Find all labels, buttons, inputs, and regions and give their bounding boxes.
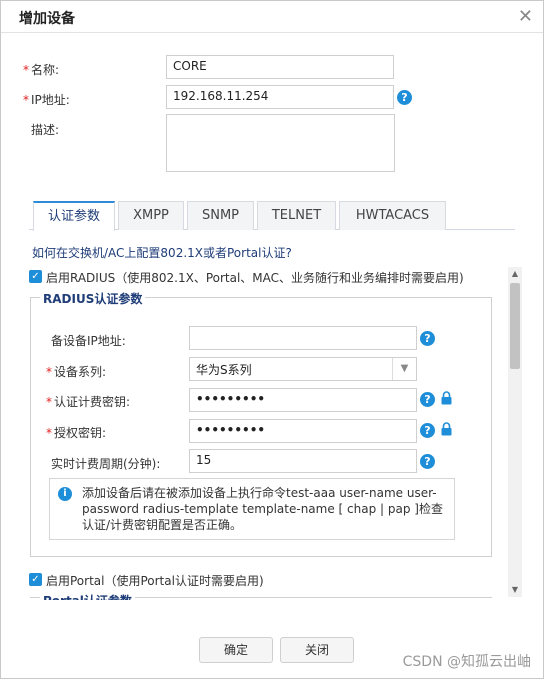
backup-ip-input[interactable] bbox=[189, 326, 417, 350]
help-icon[interactable]: ? bbox=[397, 90, 412, 105]
tab-auth[interactable]: 认证参数 bbox=[33, 201, 115, 231]
portal-legend: Portal认证参数 bbox=[40, 592, 135, 600]
device-series-select[interactable]: 华为S系列 ▼ bbox=[189, 357, 417, 381]
chevron-down-icon[interactable]: ▼ bbox=[392, 358, 416, 380]
acct-interval-input[interactable]: 15 bbox=[189, 449, 417, 473]
tab-hwtacacs[interactable]: HWTACACS bbox=[339, 201, 446, 230]
description-textarea[interactable] bbox=[166, 114, 395, 172]
close-icon[interactable]: ✕ bbox=[518, 6, 533, 27]
lock-icon bbox=[441, 422, 452, 436]
help-icon[interactable]: ? bbox=[420, 331, 435, 346]
dialog-title: 增加设备 bbox=[19, 11, 75, 27]
lock-icon bbox=[441, 391, 452, 405]
name-input[interactable]: CORE bbox=[166, 55, 394, 79]
auth-key-label: * 认证计费密钥: bbox=[46, 395, 131, 409]
help-icon[interactable]: ? bbox=[420, 392, 435, 407]
scroll-down-icon[interactable]: ▼ bbox=[508, 583, 522, 597]
backup-ip-label: 备设备IP地址: bbox=[51, 334, 126, 348]
scroll-thumb[interactable] bbox=[510, 283, 520, 369]
auth-key-input[interactable]: ••••••••• bbox=[189, 388, 417, 412]
config-help-link[interactable]: 如何在交换机/AC上配置802.1X或者Portal认证? bbox=[32, 244, 292, 261]
info-icon: i bbox=[58, 487, 72, 501]
ip-input[interactable]: 192.168.11.254 bbox=[166, 85, 394, 109]
tab-xmpp[interactable]: XMPP bbox=[118, 201, 184, 230]
portal-checkbox-label: 启用Portal（使用Portal认证时需要启用) bbox=[46, 574, 264, 588]
add-device-dialog: 增加设备 ✕ * 名称: CORE * IP地址: 192.168.11.254 ?… bbox=[0, 0, 544, 679]
authz-key-label: * 授权密钥: bbox=[46, 426, 107, 440]
help-icon[interactable]: ? bbox=[420, 454, 435, 469]
radius-legend: RADIUS认证参数 bbox=[40, 290, 146, 307]
scroll-up-icon[interactable]: ▲ bbox=[508, 267, 522, 281]
name-label: * 名称: bbox=[23, 63, 60, 77]
radius-checkbox[interactable]: ✓ bbox=[29, 270, 42, 283]
ok-button[interactable]: 确定 bbox=[199, 637, 273, 663]
info-box: i 添加设备后请在被添加设备上执行命令test-aaa user-name us… bbox=[49, 478, 455, 540]
close-button[interactable]: 关闭 bbox=[280, 637, 354, 663]
authz-key-input[interactable]: ••••••••• bbox=[189, 419, 417, 443]
help-icon[interactable]: ? bbox=[420, 423, 435, 438]
dialog-titlebar: 增加设备 ✕ bbox=[1, 1, 543, 33]
acct-interval-label: 实时计费周期(分钟): bbox=[51, 457, 161, 471]
tab-bar: 认证参数 XMPP SNMP TELNET HWTACACS bbox=[29, 201, 515, 231]
tab-snmp[interactable]: SNMP bbox=[187, 201, 254, 230]
desc-label: 描述: bbox=[31, 123, 60, 137]
ip-label: * IP地址: bbox=[23, 93, 70, 107]
device-series-value: 华为S系列 bbox=[196, 363, 252, 377]
device-series-label: * 设备系列: bbox=[46, 365, 107, 379]
tab-telnet[interactable]: TELNET bbox=[257, 201, 336, 230]
scrollbar[interactable]: ▲ ▼ bbox=[508, 267, 522, 597]
portal-checkbox[interactable]: ✓ bbox=[29, 573, 42, 586]
info-text: 添加设备后请在被添加设备上执行命令test-aaa user-name user… bbox=[82, 486, 443, 532]
watermark: CSDN @知孤云出岫 bbox=[402, 654, 531, 670]
radius-checkbox-label: 启用RADIUS（使用802.1X、Portal、MAC、业务随行和业务编排时需… bbox=[46, 271, 464, 285]
